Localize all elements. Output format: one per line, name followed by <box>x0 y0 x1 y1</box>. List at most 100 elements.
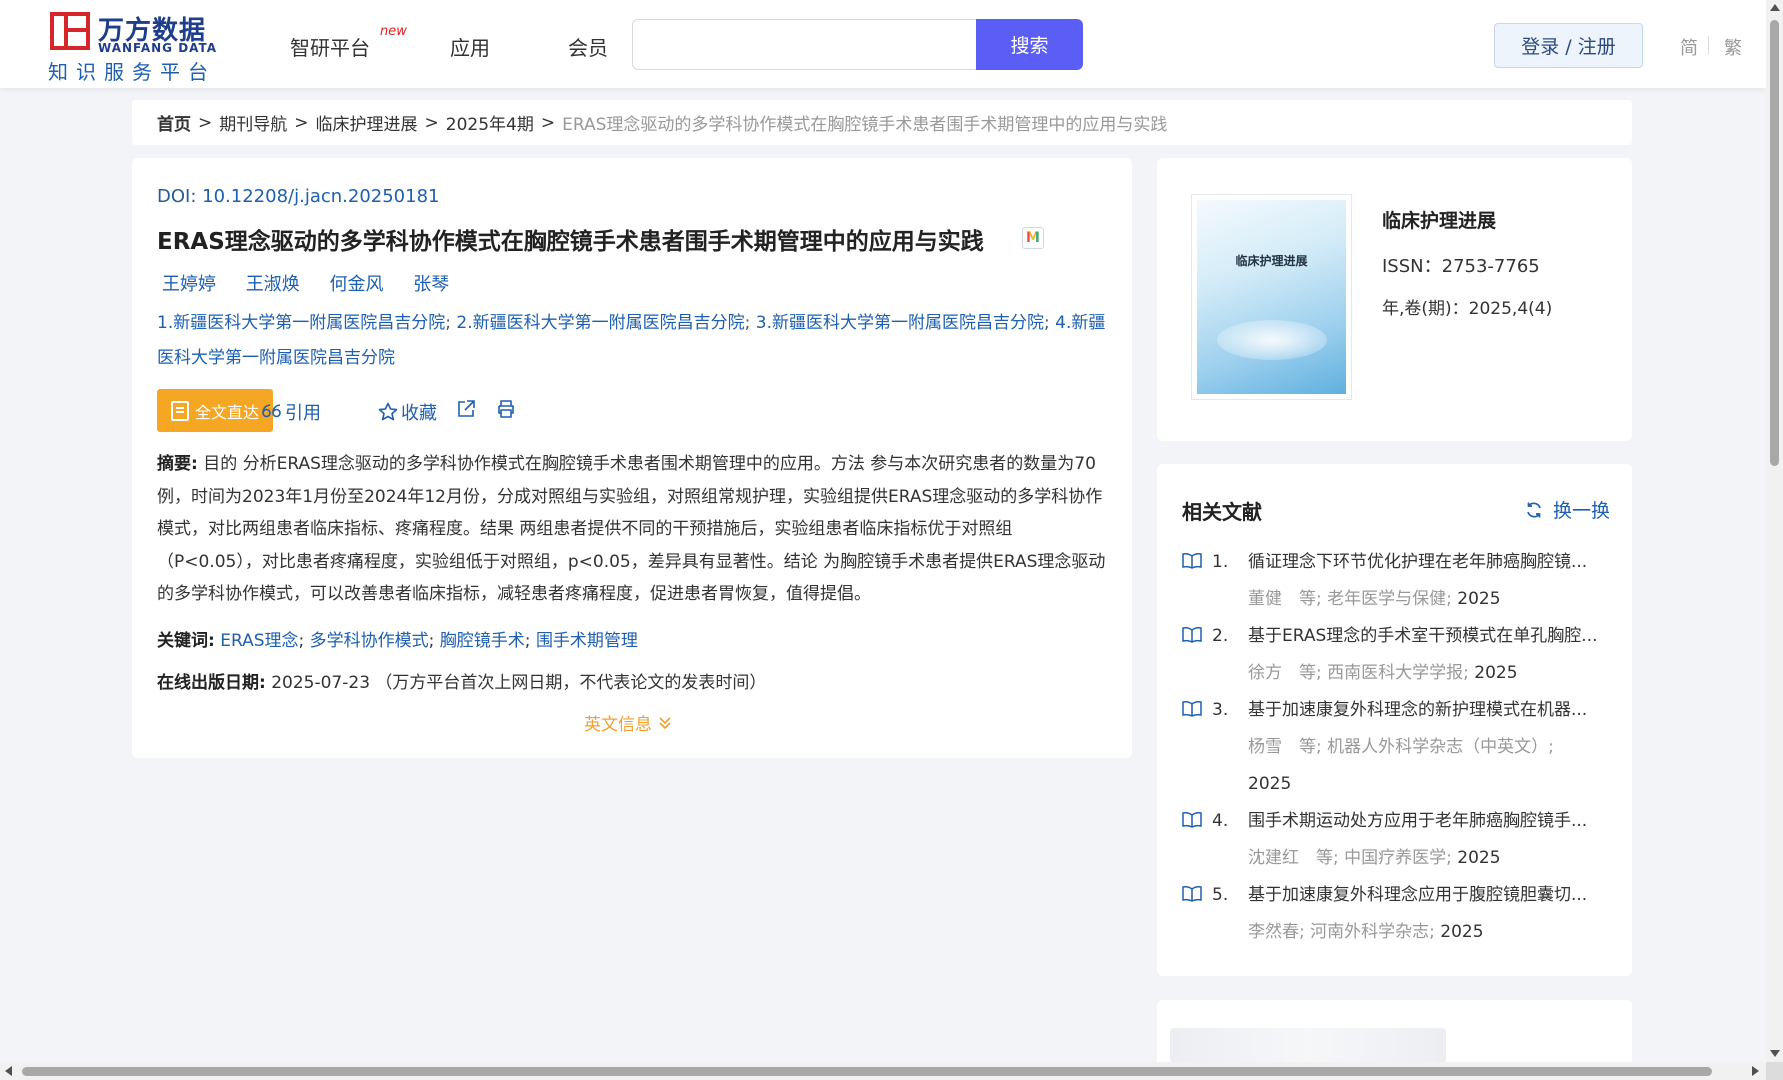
nav-membership[interactable]: 会员 <box>568 32 608 61</box>
journal-name[interactable]: 临床护理进展 <box>1382 206 1496 233</box>
print-button[interactable] <box>496 399 516 419</box>
article-title: ERAS理念驱动的多学科协作模式在胸腔镜手术患者围手术期管理中的应用与实践 <box>157 229 984 255</box>
keyword-link[interactable]: ERAS理念 <box>220 631 298 651</box>
keywords: 关键词: ERAS理念; 多学科协作模式; 胸腔镜手术; 围手术期管理 <box>157 626 638 651</box>
related-title-link[interactable]: 5. 基于加速康复外科理念应用于腹腔镜胆囊切... <box>1212 877 1624 914</box>
scroll-right-arrow-icon[interactable] <box>1752 1066 1759 1076</box>
breadcrumb-journal[interactable]: 临床护理进展 <box>316 110 418 135</box>
pubdate-note: （万方平台首次上网日期，不代表论文的发表时间） <box>375 673 767 693</box>
refresh-label: 换一换 <box>1553 500 1611 522</box>
scroll-up-arrow-icon[interactable] <box>1770 4 1780 11</box>
nav-new-badge: new <box>380 24 407 39</box>
logo-text-en: WANFANG DATA <box>98 41 218 55</box>
related-list: 1. 循证理念下环节优化护理在老年肺癌胸腔镜... 董健 等; 老年医学与保健; … <box>1182 544 1612 951</box>
related-meta: 沈建红 等; 中国疗养医学; 2025 <box>1248 848 1501 868</box>
cover-title: 临床护理进展 <box>1235 254 1308 268</box>
favorite-button[interactable]: 收藏 <box>378 399 437 425</box>
breadcrumb-journal-nav[interactable]: 期刊导航 <box>219 110 287 135</box>
breadcrumb: 首页 > 期刊导航 > 临床护理进展 > 2025年4期 > ERAS理念驱动的… <box>132 100 1632 145</box>
printer-icon <box>498 400 514 418</box>
vertical-scroll-thumb[interactable] <box>1770 20 1779 466</box>
breadcrumb-separator: > <box>198 112 213 133</box>
related-title: 相关文献 <box>1182 500 1262 524</box>
breadcrumb-home[interactable]: 首页 <box>157 110 191 135</box>
list-item: 2. 基于ERAS理念的手术室干预模式在单孔胸腔... 徐方 等; 西南医科大学学… <box>1182 618 1612 692</box>
related-meta: 徐方 等; 西南医科大学学报; 2025 <box>1248 663 1518 683</box>
book-icon <box>1182 886 1202 902</box>
related-meta: 董健 等; 老年医学与保健; 2025 <box>1248 589 1501 609</box>
abstract-label: 摘要: <box>157 454 198 474</box>
wanfang-logo[interactable]: 万方数据 WANFANG DATA 知识服务平台 <box>48 10 218 84</box>
list-item: 1. 循证理念下环节优化护理在老年肺癌胸腔镜... 董健 等; 老年医学与保健; … <box>1182 544 1612 618</box>
related-title-link[interactable]: 1. 循证理念下环节优化护理在老年肺癌胸腔镜... <box>1212 544 1624 581</box>
english-info-toggle[interactable]: 英文信息 <box>584 710 672 735</box>
top-header: 万方数据 WANFANG DATA 知识服务平台 智研平台 new 应用 会员 … <box>0 0 1766 88</box>
lang-traditional[interactable]: 繁 <box>1724 34 1742 60</box>
horizontal-scroll-thumb[interactable] <box>22 1067 1712 1076</box>
keyword-link[interactable]: 胸腔镜手术 <box>440 631 525 651</box>
lang-simplified[interactable]: 简 <box>1680 34 1698 60</box>
logo-subtitle: 知识服务平台 <box>48 60 216 84</box>
related-meta: 李然春; 河南外科学杂志; 2025 <box>1248 922 1484 942</box>
author-list: 王婷婷 王淑焕 何金风 张琴 <box>162 270 473 296</box>
affiliation-link[interactable]: 1.新疆医科大学第一附属医院昌吉分院 <box>157 313 445 333</box>
breadcrumb-separator: > <box>540 112 556 133</box>
related-title-link[interactable]: 4. 围手术期运动处方应用于老年肺癌胸腔镜手... <box>1212 803 1624 840</box>
list-item: 4. 围手术期运动处方应用于老年肺癌胸腔镜手... 沈建红 等; 中国疗养医学; … <box>1182 803 1612 877</box>
book-icon <box>1182 627 1202 643</box>
nav-zhiyan-platform[interactable]: 智研平台 <box>290 32 370 61</box>
author-link[interactable]: 王婷婷 <box>162 274 216 295</box>
scrollbar-corner <box>1766 1062 1783 1080</box>
list-item: 5. 基于加速康复外科理念应用于腹腔镜胆囊切... 李然春; 河南外科学杂志; 2… <box>1182 877 1612 951</box>
journal-issn: ISSN：2753-7765 <box>1382 256 1540 277</box>
pubdate-value: 2025-07-23 <box>271 673 371 693</box>
list-item: 3. 基于加速康复外科理念的新护理模式在机器... 杨雪 等; 机器人外科学杂志（… <box>1182 692 1612 803</box>
nav-apps[interactable]: 应用 <box>450 32 490 61</box>
logo-mark-icon <box>50 12 90 50</box>
affiliation-link[interactable]: 3.新疆医科大学第一附属医院昌吉分院 <box>756 313 1044 333</box>
book-icon <box>1182 701 1202 717</box>
article-detail-card: DOI: 10.12208/j.jacn.20250181 ERAS理念驱动的多… <box>132 158 1132 758</box>
fulltext-label: 全文直达 <box>194 402 259 422</box>
star-icon <box>378 402 398 421</box>
doi-label: DOI: <box>157 186 197 207</box>
book-icon <box>1182 553 1202 569</box>
affiliation-separator: ; <box>445 313 451 333</box>
doi-link[interactable]: 10.12208/j.jacn.20250181 <box>202 186 439 207</box>
related-title-link[interactable]: 2. 基于ERAS理念的手术室干预模式在单孔胸腔... <box>1212 618 1624 655</box>
lang-divider <box>1708 36 1709 54</box>
scroll-down-arrow-icon[interactable] <box>1770 1050 1780 1057</box>
keyword-separator: ; <box>524 631 531 651</box>
author-link[interactable]: 王淑焕 <box>246 274 300 295</box>
keyword-link[interactable]: 围手术期管理 <box>536 631 638 651</box>
related-meta: 杨雪 等; 机器人外科学杂志（中英文）; 2025 <box>1248 737 1554 794</box>
search-button[interactable]: 搜索 <box>976 19 1083 70</box>
refresh-button[interactable]: 换一换 <box>1525 496 1610 523</box>
double-chevron-down-icon <box>659 716 671 729</box>
search-input[interactable] <box>632 19 976 70</box>
metrics-m-icon[interactable]: M <box>1022 227 1044 249</box>
breadcrumb-separator: > <box>294 112 309 133</box>
author-link[interactable]: 何金风 <box>329 274 383 295</box>
quote-icon <box>262 404 281 418</box>
share-button[interactable] <box>456 399 476 419</box>
login-register-button[interactable]: 登录 / 注册 <box>1494 23 1643 68</box>
author-link[interactable]: 张琴 <box>413 274 449 295</box>
keyword-link[interactable]: 多学科协作模式 <box>310 631 429 651</box>
breadcrumb-issue[interactable]: 2025年4期 <box>446 110 534 135</box>
scroll-left-arrow-icon[interactable] <box>5 1066 12 1076</box>
share-icon <box>458 400 475 417</box>
cite-button[interactable]: 引用 <box>262 399 321 425</box>
affiliation-link[interactable]: 2.新疆医科大学第一附属医院昌吉分院 <box>456 313 744 333</box>
book-icon <box>1182 812 1202 828</box>
journal-cover[interactable]: 临床护理进展 <box>1191 194 1352 400</box>
vertical-scrollbar[interactable] <box>1766 0 1783 1062</box>
fulltext-button[interactable]: 全文直达 <box>157 389 273 432</box>
favorite-label: 收藏 <box>401 403 437 424</box>
loading-skeleton <box>1170 1028 1446 1064</box>
cite-label: 引用 <box>285 403 321 424</box>
doi-line: DOI: 10.12208/j.jacn.20250181 <box>157 186 440 207</box>
horizontal-scrollbar[interactable] <box>0 1062 1766 1080</box>
related-title-link[interactable]: 3. 基于加速康复外科理念的新护理模式在机器... <box>1212 692 1624 729</box>
pubdate-label: 在线出版日期: <box>157 673 266 693</box>
